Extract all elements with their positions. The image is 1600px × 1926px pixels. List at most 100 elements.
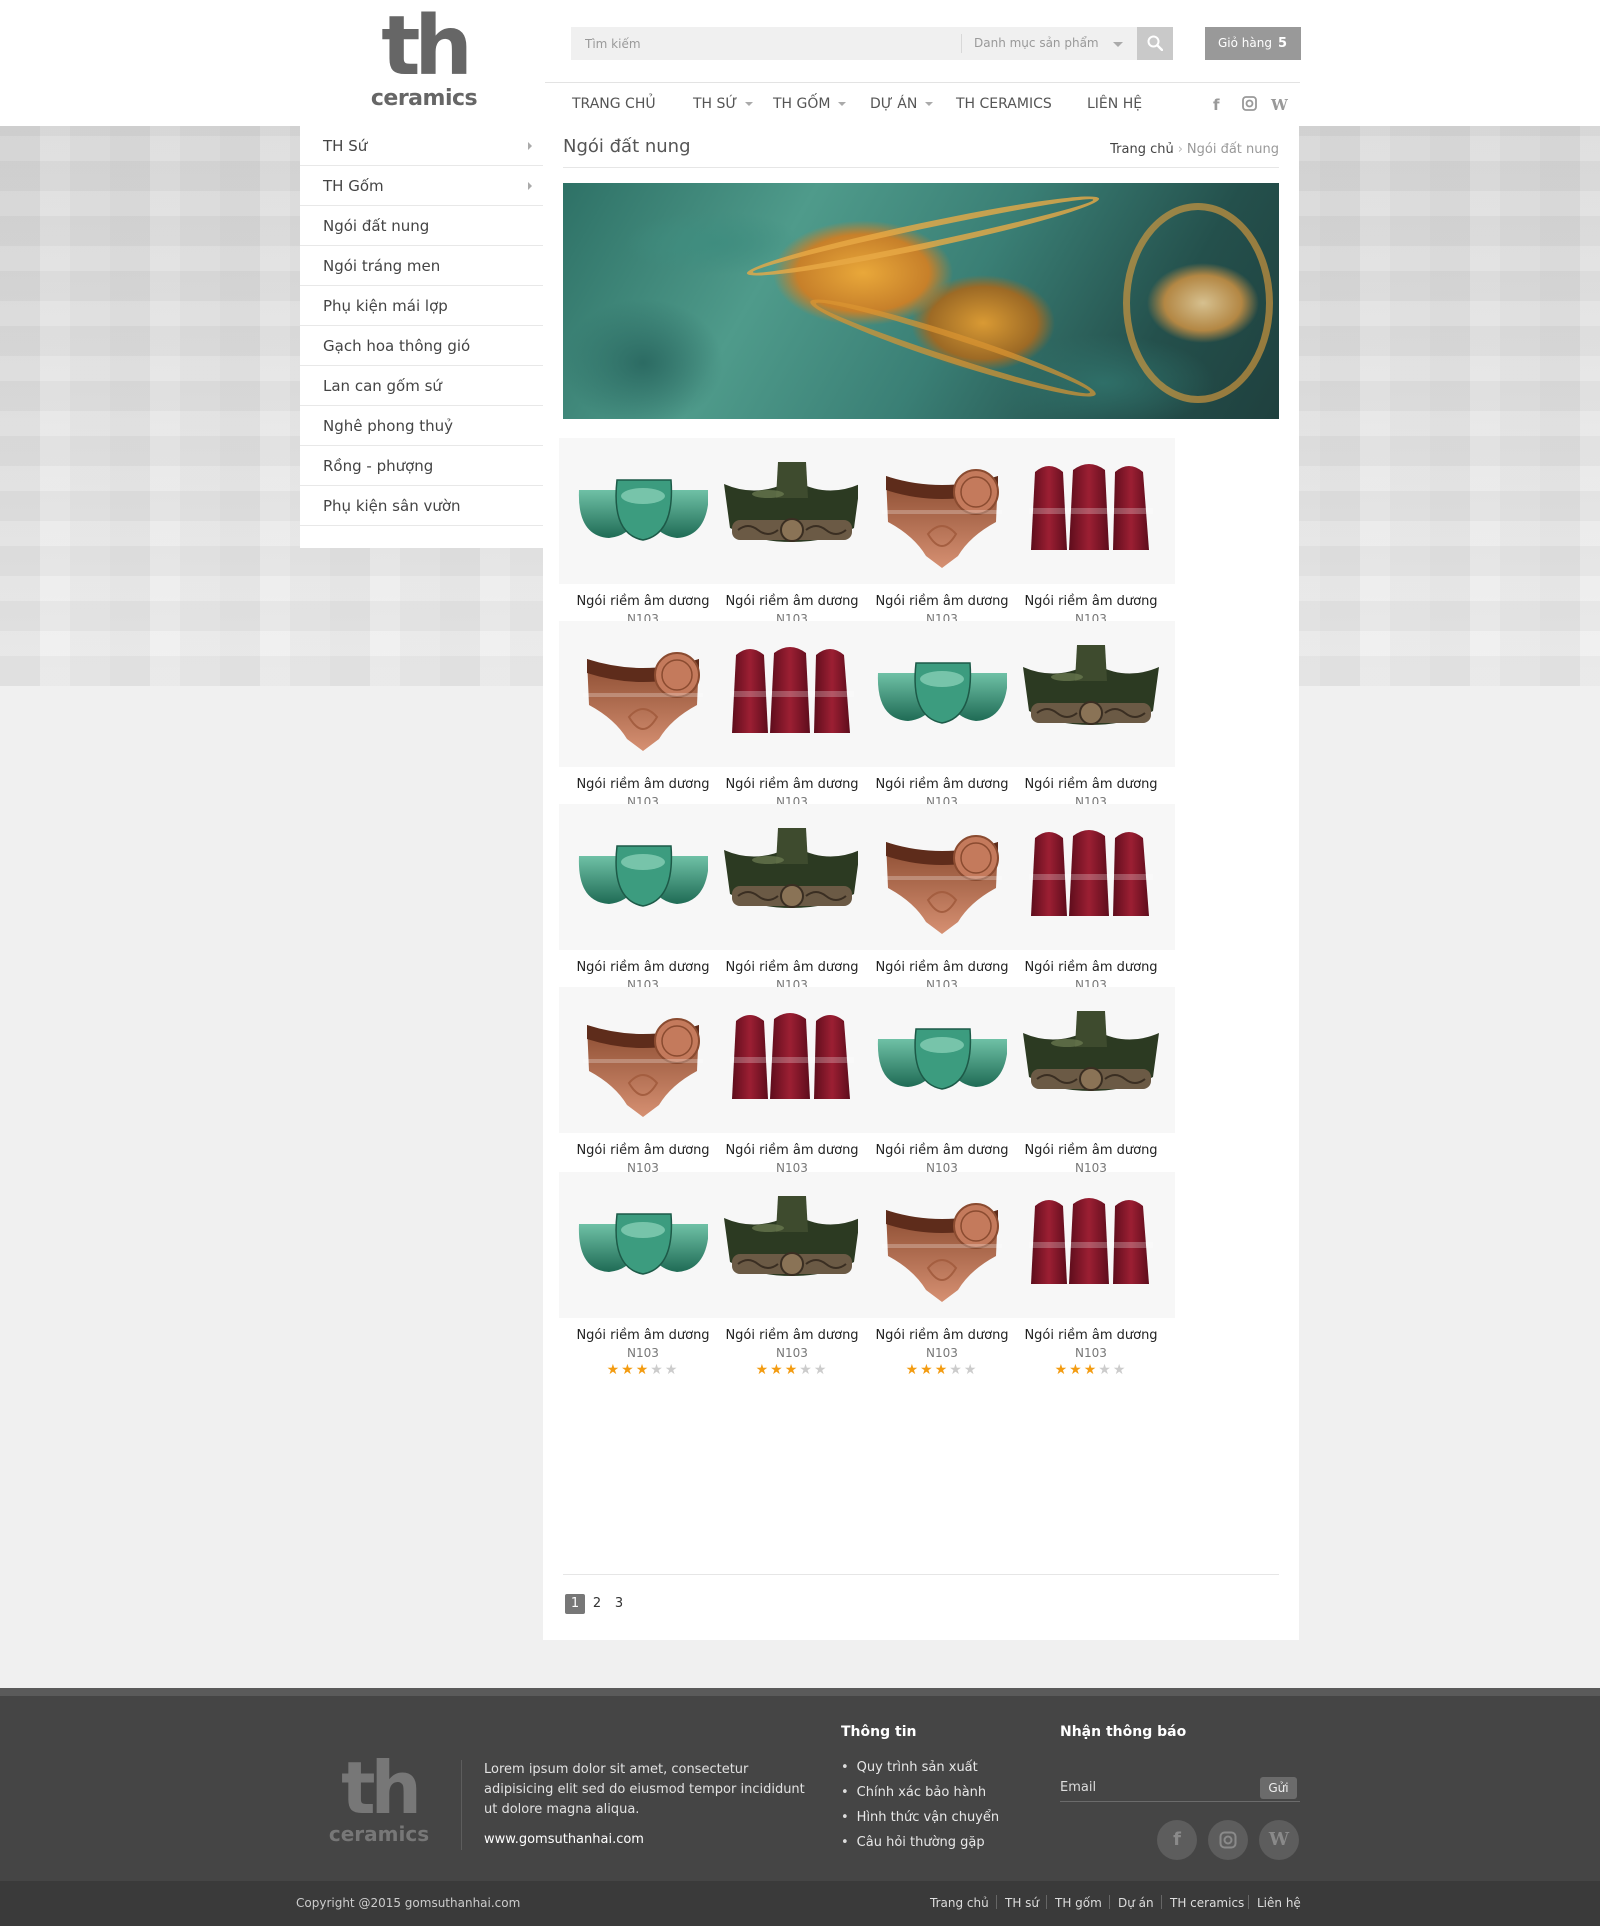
sidebar-item[interactable]: Ngói tráng men	[300, 246, 543, 286]
sidebar-item[interactable]: TH Gốm	[300, 166, 543, 206]
footer-nav-link[interactable]: TH ceramics	[1170, 1896, 1244, 1910]
footer-nav-link[interactable]: Dự án	[1118, 1896, 1154, 1910]
product-name[interactable]: Ngói riềm âm dương	[708, 594, 876, 609]
product-thumbnail[interactable]	[559, 438, 727, 584]
product-name[interactable]: Ngói riềm âm dương	[708, 777, 876, 792]
product-card[interactable]: Ngói riềm âm dươngN103★★★★★	[1007, 621, 1175, 831]
nav-item-th-ceramics[interactable]: TH CERAMICS	[956, 96, 1052, 112]
page-link[interactable]: 2	[587, 1594, 607, 1614]
product-name[interactable]: Ngói riềm âm dương	[858, 1143, 1026, 1158]
product-thumbnail[interactable]	[858, 804, 1026, 950]
product-name[interactable]: Ngói riềm âm dương	[1007, 960, 1175, 975]
product-card[interactable]: Ngói riềm âm dươngN103★★★★★	[858, 438, 1026, 648]
product-card[interactable]: Ngói riềm âm dươngN103★★★★★	[559, 621, 727, 831]
product-thumbnail[interactable]	[559, 621, 727, 767]
product-name[interactable]: Ngói riềm âm dương	[559, 777, 727, 792]
footer-info-link[interactable]: Chính xác bảo hành	[841, 1785, 986, 1800]
product-name[interactable]: Ngói riềm âm dương	[559, 594, 727, 609]
product-thumbnail[interactable]	[708, 621, 876, 767]
wordpress-icon[interactable]: W	[1271, 96, 1288, 114]
nav-item-contact[interactable]: LIÊN HỆ	[1087, 96, 1142, 112]
product-thumbnail[interactable]	[708, 987, 876, 1133]
product-name[interactable]: Ngói riềm âm dương	[708, 960, 876, 975]
product-thumbnail[interactable]	[559, 804, 727, 950]
category-select[interactable]: Danh mục sản phẩm	[963, 27, 1135, 60]
product-thumbnail[interactable]	[1007, 804, 1175, 950]
product-thumbnail[interactable]	[858, 438, 1026, 584]
nav-item-th-gom[interactable]: TH GỐM	[773, 96, 847, 112]
sidebar-item[interactable]: TH Sứ	[300, 126, 543, 166]
search-input[interactable]	[571, 27, 961, 60]
product-card[interactable]: Ngói riềm âm dươngN103★★★★★	[1007, 987, 1175, 1197]
product-card[interactable]: Ngói riềm âm dươngN103★★★★★	[559, 804, 727, 1014]
product-name[interactable]: Ngói riềm âm dương	[708, 1328, 876, 1343]
footer-nav-link[interactable]: TH gốm	[1055, 1896, 1102, 1910]
product-name[interactable]: Ngói riềm âm dương	[708, 1143, 876, 1158]
nav-item-du-an[interactable]: DỰ ÁN	[870, 96, 934, 112]
product-name[interactable]: Ngói riềm âm dương	[858, 594, 1026, 609]
product-card[interactable]: Ngói riềm âm dươngN103★★★★★	[858, 987, 1026, 1197]
product-name[interactable]: Ngói riềm âm dương	[1007, 777, 1175, 792]
product-thumbnail[interactable]	[1007, 621, 1175, 767]
product-thumbnail[interactable]	[559, 1172, 727, 1318]
product-thumbnail[interactable]	[1007, 1172, 1175, 1318]
footer-info-link[interactable]: Câu hỏi thường gặp	[841, 1835, 985, 1850]
product-name[interactable]: Ngói riềm âm dương	[559, 1328, 727, 1343]
product-thumbnail[interactable]	[858, 621, 1026, 767]
search-button[interactable]	[1137, 27, 1173, 60]
product-card[interactable]: Ngói riềm âm dươngN103★★★★★	[708, 621, 876, 831]
instagram-icon[interactable]	[1208, 1820, 1248, 1860]
product-card[interactable]: Ngói riềm âm dươngN103★★★★★	[708, 804, 876, 1014]
wordpress-icon[interactable]: W	[1259, 1820, 1299, 1860]
product-card[interactable]: Ngói riềm âm dươngN103★★★★★	[559, 438, 727, 648]
breadcrumb-home[interactable]: Trang chủ	[1110, 142, 1174, 157]
footer-logo[interactable]: th ceramics	[324, 1752, 434, 1856]
sidebar-item[interactable]: Gạch hoa thông gió	[300, 326, 543, 366]
email-field[interactable]: Email	[1060, 1780, 1096, 1795]
footer-info-link[interactable]: Hình thức vận chuyển	[841, 1810, 999, 1825]
product-thumbnail[interactable]	[1007, 987, 1175, 1133]
footer-website-link[interactable]: www.gomsuthanhai.com	[484, 1832, 644, 1847]
instagram-icon[interactable]	[1242, 96, 1257, 115]
nav-item-home[interactable]: TRANG CHỦ	[572, 96, 656, 112]
product-thumbnail[interactable]	[1007, 438, 1175, 584]
product-name[interactable]: Ngói riềm âm dương	[858, 960, 1026, 975]
footer-info-link[interactable]: Quy trình sản xuất	[841, 1760, 978, 1775]
product-thumbnail[interactable]	[708, 1172, 876, 1318]
sidebar-item[interactable]: Rồng - phượng	[300, 446, 543, 486]
product-name[interactable]: Ngói riềm âm dương	[1007, 1328, 1175, 1343]
facebook-icon[interactable]: f	[1157, 1820, 1197, 1860]
facebook-icon[interactable]: f	[1213, 96, 1220, 114]
product-card[interactable]: Ngói riềm âm dươngN103★★★★★	[708, 1172, 876, 1382]
product-card[interactable]: Ngói riềm âm dươngN103★★★★★	[559, 987, 727, 1197]
product-card[interactable]: Ngói riềm âm dươngN103★★★★★	[858, 621, 1026, 831]
footer-nav-link[interactable]: TH sứ	[1005, 1896, 1039, 1910]
product-card[interactable]: Ngói riềm âm dươngN103★★★★★	[1007, 804, 1175, 1014]
send-button[interactable]: Gửi	[1260, 1777, 1297, 1799]
product-card[interactable]: Ngói riềm âm dươngN103★★★★★	[708, 438, 876, 648]
sidebar-item[interactable]: Nghê phong thuỷ	[300, 406, 543, 446]
product-name[interactable]: Ngói riềm âm dương	[1007, 1143, 1175, 1158]
product-thumbnail[interactable]	[858, 1172, 1026, 1318]
product-thumbnail[interactable]	[708, 804, 876, 950]
site-logo[interactable]: th ceramics	[362, 6, 486, 114]
product-card[interactable]: Ngói riềm âm dươngN103★★★★★	[858, 804, 1026, 1014]
product-thumbnail[interactable]	[559, 987, 727, 1133]
product-thumbnail[interactable]	[708, 438, 876, 584]
product-card[interactable]: Ngói riềm âm dươngN103★★★★★	[708, 987, 876, 1197]
product-name[interactable]: Ngói riềm âm dương	[858, 1328, 1026, 1343]
sidebar-item[interactable]: Ngói đất nung	[300, 206, 543, 246]
product-name[interactable]: Ngói riềm âm dương	[559, 1143, 727, 1158]
footer-nav-link[interactable]: Liên hệ	[1257, 1896, 1301, 1910]
product-card[interactable]: Ngói riềm âm dươngN103★★★★★	[559, 1172, 727, 1382]
sidebar-item[interactable]: Phụ kiện sân vườn	[300, 486, 543, 526]
sidebar-item[interactable]: Phụ kiện mái lợp	[300, 286, 543, 326]
product-thumbnail[interactable]	[858, 987, 1026, 1133]
product-name[interactable]: Ngói riềm âm dương	[559, 960, 727, 975]
nav-item-th-su[interactable]: TH SỨ	[693, 96, 754, 112]
product-card[interactable]: Ngói riềm âm dươngN103★★★★★	[1007, 1172, 1175, 1382]
product-name[interactable]: Ngói riềm âm dương	[858, 777, 1026, 792]
page-link[interactable]: 1	[565, 1594, 585, 1614]
page-link[interactable]: 3	[609, 1594, 629, 1614]
sidebar-item[interactable]: Lan can gốm sứ	[300, 366, 543, 406]
